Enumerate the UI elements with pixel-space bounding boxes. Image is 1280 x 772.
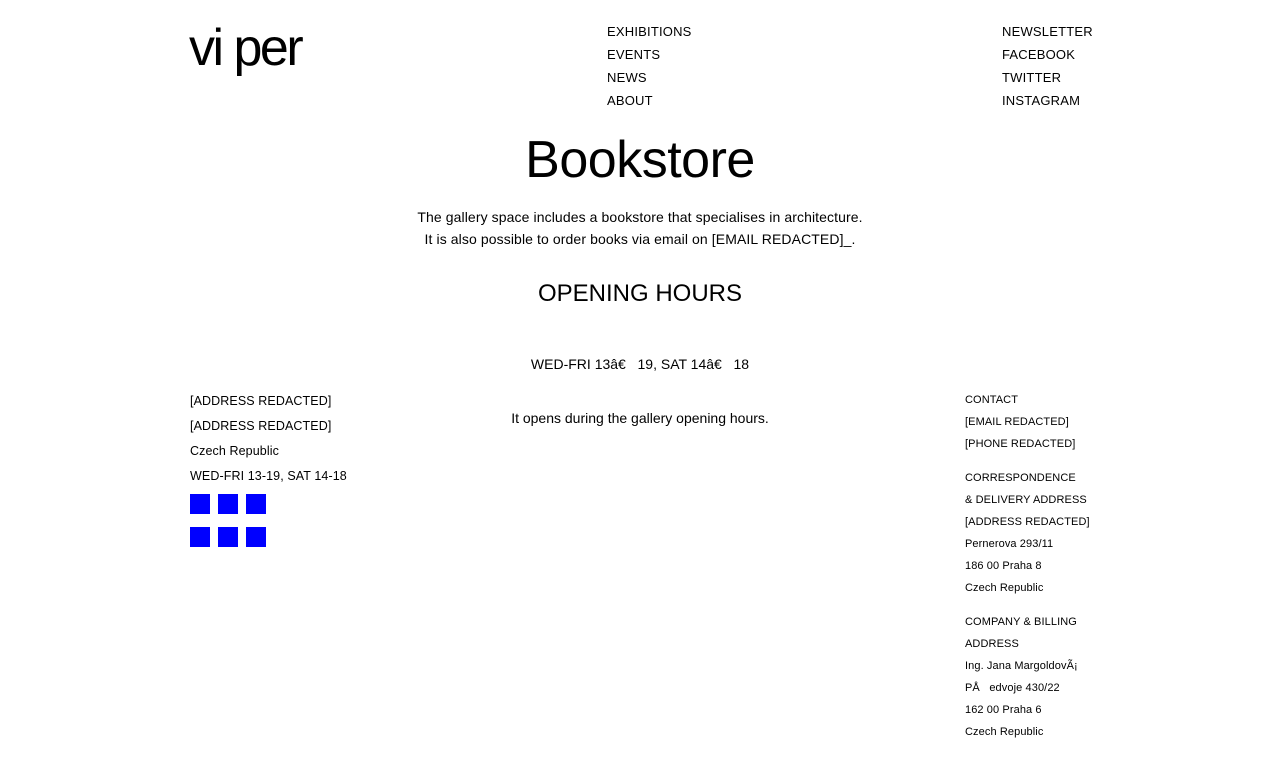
nav-item-news[interactable]: NEWS — [607, 66, 692, 89]
social-navigation: NEWSLETTER FACEBOOK TWITTER INSTAGRAM — [1002, 20, 1093, 112]
billing-heading: COMPANY & BILLING — [965, 616, 1077, 628]
bookstore-description: The gallery space includes a bookstore t… — [0, 206, 1280, 250]
address-country: Czech Republic — [190, 444, 279, 458]
social-icons-row — [190, 527, 347, 547]
billing-line: Czech Republic — [965, 726, 1044, 738]
nav-link-newsletter[interactable]: NEWSLETTER — [1002, 24, 1093, 39]
contact-email[interactable]: [EMAIL REDACTED] — [965, 411, 1090, 433]
description-line: The gallery space includes a bookstore t… — [417, 209, 863, 225]
description-line: It is also possible to order books via e… — [424, 231, 856, 247]
nav-item-facebook[interactable]: FACEBOOK — [1002, 43, 1093, 66]
billing-line: Ing. Jana MargoldovÃ¡ — [965, 660, 1078, 672]
nav-link-facebook[interactable]: FACEBOOK — [1002, 47, 1075, 62]
social-icons-row — [190, 494, 347, 514]
footer-opening-hours: WED-FRI 13-19, SAT 14-18 — [190, 469, 347, 483]
nav-item-about[interactable]: ABOUT — [607, 89, 692, 112]
nav-item-twitter[interactable]: TWITTER — [1002, 66, 1093, 89]
correspondence-line: Pernerova 293/11 — [965, 538, 1054, 550]
contact-heading: CONTACT — [965, 394, 1019, 406]
correspondence-line: Czech Republic — [965, 582, 1044, 594]
main-navigation: EXHIBITIONS EVENTS NEWS ABOUT — [607, 20, 692, 112]
nav-item-events[interactable]: EVENTS — [607, 43, 692, 66]
nav-item-exhibitions[interactable]: EXHIBITIONS — [607, 20, 692, 43]
nav-link-events[interactable]: EVENTS — [607, 47, 660, 62]
billing-heading: ADDRESS — [965, 638, 1019, 650]
billing-line: 162 00 Praha 6 — [965, 704, 1042, 716]
address-line: [ADDRESS REDACTED] — [190, 419, 332, 433]
footer-address: [ADDRESS REDACTED] [ADDRESS REDACTED] Cz… — [190, 389, 347, 547]
correspondence-heading: & DELIVERY ADDRESS — [965, 494, 1087, 506]
social-icon[interactable] — [190, 494, 210, 514]
nav-link-about[interactable]: ABOUT — [607, 93, 653, 108]
nav-link-exhibitions[interactable]: EXHIBITIONS — [607, 24, 692, 39]
opening-hours-heading: OPENING HOURS — [537, 280, 743, 307]
correspondence-heading: CORRESPONDENCE — [965, 472, 1076, 484]
billing-block: COMPANY & BILLING ADDRESS Ing. Jana Marg… — [965, 611, 1090, 743]
correspondence-line: [ADDRESS REDACTED] — [965, 516, 1090, 528]
nav-item-instagram[interactable]: INSTAGRAM — [1002, 89, 1093, 112]
nav-link-instagram[interactable]: INSTAGRAM — [1002, 93, 1080, 108]
nav-item-newsletter[interactable]: NEWSLETTER — [1002, 20, 1093, 43]
site-logo[interactable]: vi per — [189, 18, 304, 78]
address-line: [ADDRESS REDACTED] — [190, 394, 332, 408]
social-icon[interactable] — [218, 527, 238, 547]
contact-phone[interactable]: [PHONE REDACTED] — [965, 433, 1090, 455]
social-icon[interactable] — [218, 494, 238, 514]
opening-hours-line: WED-FRI 13â€ 19, SAT 14â€ 18 — [530, 356, 750, 372]
footer-contact-info: CONTACT [EMAIL REDACTED] [PHONE REDACTED… — [965, 389, 1090, 743]
nav-link-news[interactable]: NEWS — [607, 70, 647, 85]
page-title: Bookstore — [525, 131, 755, 189]
correspondence-block: CORRESPONDENCE & DELIVERY ADDRESS [ADDRE… — [965, 467, 1090, 599]
correspondence-line: 186 00 Praha 8 — [965, 560, 1042, 572]
billing-line: PÅ edvoje 430/22 — [965, 682, 1060, 694]
social-icon[interactable] — [190, 527, 210, 547]
contact-block: CONTACT [EMAIL REDACTED] [PHONE REDACTED… — [965, 389, 1090, 455]
nav-link-twitter[interactable]: TWITTER — [1002, 70, 1061, 85]
social-icon[interactable] — [246, 494, 266, 514]
social-icon[interactable] — [246, 527, 266, 547]
